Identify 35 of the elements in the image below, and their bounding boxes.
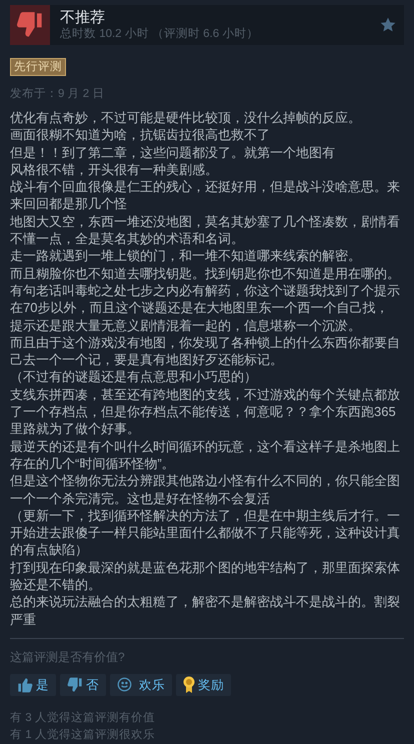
review-paragraph: 支线东拼西凑，甚至还有跨地图的支线，不过游戏的每个关键点都放了一个存档点，但是你存档点不能传送，何意呢？？拿个东西跑365里路就为了做个好事。 [10, 386, 401, 438]
review-paragraph: 总的来说玩法融合的太粗糙了，解密不是解密战斗不是战斗的。割裂严重 [10, 593, 401, 628]
helpful-prompt: 这篇评测是否有价值? [10, 648, 126, 665]
award-icon [183, 676, 195, 694]
vote-count-text: 有 1 人觉得这篇评测很欢乐 [10, 727, 156, 743]
funny-button[interactable]: 欢乐 [110, 674, 172, 696]
verdict-title: 不推荐 [60, 8, 106, 26]
review-paragraph: 地图大又空，东西一堆还没地图，莫名其妙塞了几个怪凑数，剧情看不懂一点，全是莫名其妙的术语和名词。 [10, 212, 401, 248]
no-button[interactable]: 否 [60, 674, 106, 696]
review-paragraph: 有句老话叫毒蛇之处七步之内必有解药，你这个谜题我找到了个提示在70步以外，而且这个谜题还是在大地图里东一个西一个自己找， [10, 282, 401, 317]
review-paragraph: （更新一下，找到循环怪解决的方法了，但是在中期主线后才行。一开始进去跟傻子一样只能站里面什么都做不了只能等死，这种设计真的有点缺陷） [10, 506, 401, 559]
review-paragraph: 提示还是跟大量无意义剧情混着一起的，信息堪称一个沉淤。 [10, 316, 362, 334]
review-paragraph: 而且由于这个游戏没有地图，你发现了各种锁上的什么东西你都要自己去一个一个记，要是真有地图好歹还能标记。 [10, 334, 401, 368]
thumbs-down-icon [16, 11, 44, 39]
review-paragraph: 打到现在印象最深的就是蓝色花那个图的地牢结构了，那里面探索体验还是不错的。 [10, 558, 401, 594]
review-paragraph: 而且糊脸你也不知道去哪找钥匙。找到钥匙你也不知道是用在哪的。 [10, 264, 401, 282]
award-button[interactable]: 奖励 [176, 674, 231, 696]
smiley-icon [117, 677, 132, 692]
review-paragraph: 画面很糊不知道为啥，抗锯齿拉很高也救不了 [10, 126, 271, 144]
early-access-badge: 先行评测 [10, 58, 66, 76]
yes-button[interactable]: 是 [10, 674, 56, 696]
star-icon[interactable] [380, 17, 396, 33]
vote-count-text: 有 3 人觉得这篇评测有价值 [10, 710, 156, 726]
review-paragraph: 但是！！到了第二章，这些问题都没了。就第一个地图有 [10, 144, 336, 161]
review-paragraph: 优化有点奇妙，不过可能是硬件比较顶，没什么掉帧的反应。 [10, 109, 362, 126]
posted-date: 发布于：9 月 2 日 [10, 87, 106, 101]
review-paragraph: （不过有的谜题还是有点意思和小巧思的） [10, 368, 258, 386]
review-paragraph: 走一路就遇到一堆上锁的门，和一堆不知道哪来线索的解密。 [10, 247, 362, 265]
review-paragraph: 风格很不错，开头很有一种美剧感。 [10, 160, 219, 178]
review-paragraph: 但是这个怪物你无法分辨跟其他路边小怪有什么不同的，你只能全图一个一个杀完清完。这也是好在怪物不会复活 [10, 472, 401, 507]
review-paragraph: 最逆天的还是有个叫什么时间循环的玩意，这个看这样子是杀地图上存在的几个“时间循环怪物”。 [10, 438, 401, 472]
thumbs-up-icon [17, 676, 33, 693]
playtime-text: 总时数 10.2 小时 （评测时 6.6 小时） [60, 26, 260, 42]
thumbs-down-icon [67, 676, 83, 693]
review-paragraph: 战斗有个回血很像是仁王的残心，还挺好用，但是战斗没啥意思。来来回回都是那几个怪 [10, 178, 401, 213]
